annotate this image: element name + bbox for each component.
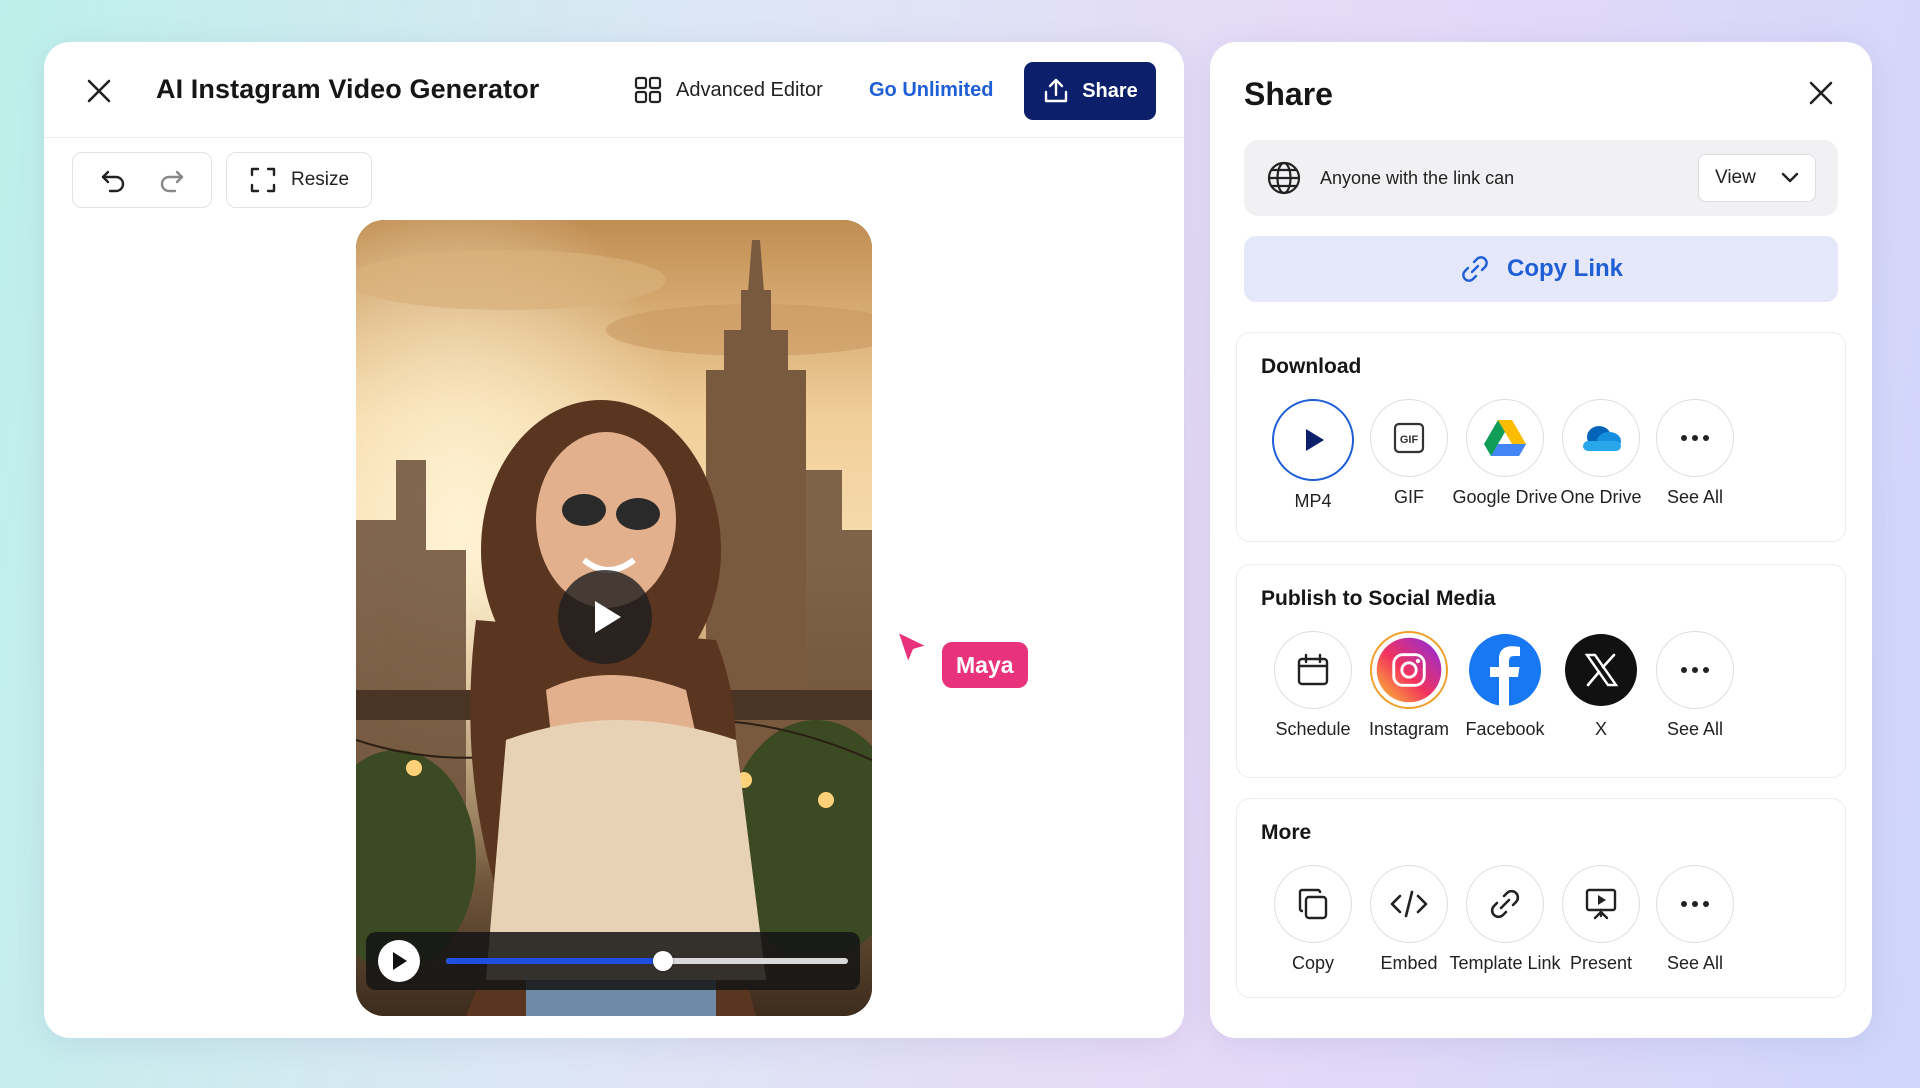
video-controls — [366, 932, 860, 990]
play-button[interactable] — [558, 570, 652, 664]
access-description: Anyone with the link can — [1320, 167, 1515, 188]
resize-icon — [250, 167, 276, 193]
more-icon — [1656, 399, 1734, 477]
progress-fill — [446, 958, 664, 964]
copy-icon — [1274, 865, 1352, 943]
x-logo-icon — [1562, 631, 1640, 709]
globe-icon — [1267, 161, 1301, 195]
advanced-editor-label: Advanced Editor — [676, 78, 823, 101]
editor-header: AI Instagram Video Generator Advanced Ed… — [44, 42, 1184, 138]
share-panel-title: Share — [1244, 76, 1333, 112]
option-see-all[interactable]: See All — [1633, 399, 1757, 508]
control-play-button[interactable] — [378, 940, 420, 982]
collaborator-cursor-icon — [895, 629, 930, 666]
undo-icon[interactable] — [99, 166, 127, 194]
upload-icon — [1045, 78, 1068, 103]
google-drive-icon — [1466, 399, 1544, 477]
option-label: See All — [1666, 719, 1724, 739]
more-icon — [1656, 631, 1734, 709]
more-section: More Copy Embed Template Link Present See Al… — [1236, 798, 1846, 998]
onedrive-icon — [1562, 399, 1640, 477]
option-see-all[interactable]: See All — [1633, 865, 1757, 974]
option-label: See All — [1666, 953, 1724, 973]
gif-icon: GIF — [1370, 399, 1448, 477]
link-icon — [1462, 256, 1488, 282]
collaborator-name-tag: Maya — [942, 642, 1028, 688]
download-section: Download MP4 GIF GIF Google Drive One Drive S… — [1236, 332, 1846, 542]
mp4-play-icon — [1272, 399, 1354, 481]
editor-panel: AI Instagram Video Generator Advanced Ed… — [44, 42, 1184, 1038]
close-icon[interactable] — [84, 76, 114, 106]
option-label: See All — [1666, 487, 1724, 507]
video-preview[interactable] — [356, 220, 872, 1016]
link-access-row: Anyone with the link can View — [1244, 140, 1838, 216]
copy-link-label: Copy Link — [1506, 255, 1623, 282]
editor-toolbar: Resize — [72, 152, 373, 208]
section-title: Download — [1261, 355, 1362, 378]
svg-text:GIF: GIF — [1400, 434, 1419, 446]
go-unlimited-link[interactable]: Go Unlimited — [869, 79, 993, 102]
redo-icon[interactable] — [158, 166, 186, 194]
undo-redo-group — [72, 152, 212, 208]
close-icon[interactable] — [1806, 78, 1836, 108]
chevron-down-icon — [1781, 172, 1799, 183]
instagram-icon — [1370, 631, 1448, 709]
facebook-icon — [1466, 631, 1544, 709]
section-title: More — [1261, 821, 1312, 844]
calendar-icon — [1274, 631, 1352, 709]
progress-handle[interactable] — [653, 951, 674, 971]
access-level-dropdown[interactable]: View — [1698, 154, 1816, 202]
more-icon — [1656, 865, 1734, 943]
share-button[interactable]: Share — [1024, 62, 1156, 120]
copy-link-button[interactable]: Copy Link — [1244, 236, 1838, 302]
share-button-label: Share — [1082, 79, 1138, 102]
progress-slider[interactable] — [446, 951, 848, 971]
link-icon — [1466, 865, 1544, 943]
social-section: Publish to Social Media Schedule Instagra… — [1236, 564, 1846, 778]
play-icon — [595, 601, 621, 633]
play-icon — [393, 952, 407, 970]
code-icon — [1370, 865, 1448, 943]
page-title: AI Instagram Video Generator — [156, 74, 540, 104]
option-see-all[interactable]: See All — [1633, 631, 1757, 740]
section-title: Publish to Social Media — [1261, 587, 1496, 610]
share-panel: Share Anyone with the link can View Copy… — [1210, 42, 1872, 1038]
present-icon — [1562, 865, 1640, 943]
resize-label: Resize — [291, 169, 350, 190]
advanced-editor-button[interactable]: Advanced Editor — [634, 76, 823, 104]
access-level-value: View — [1715, 167, 1756, 188]
grid-icon — [634, 76, 662, 104]
resize-button[interactable]: Resize — [226, 152, 373, 208]
